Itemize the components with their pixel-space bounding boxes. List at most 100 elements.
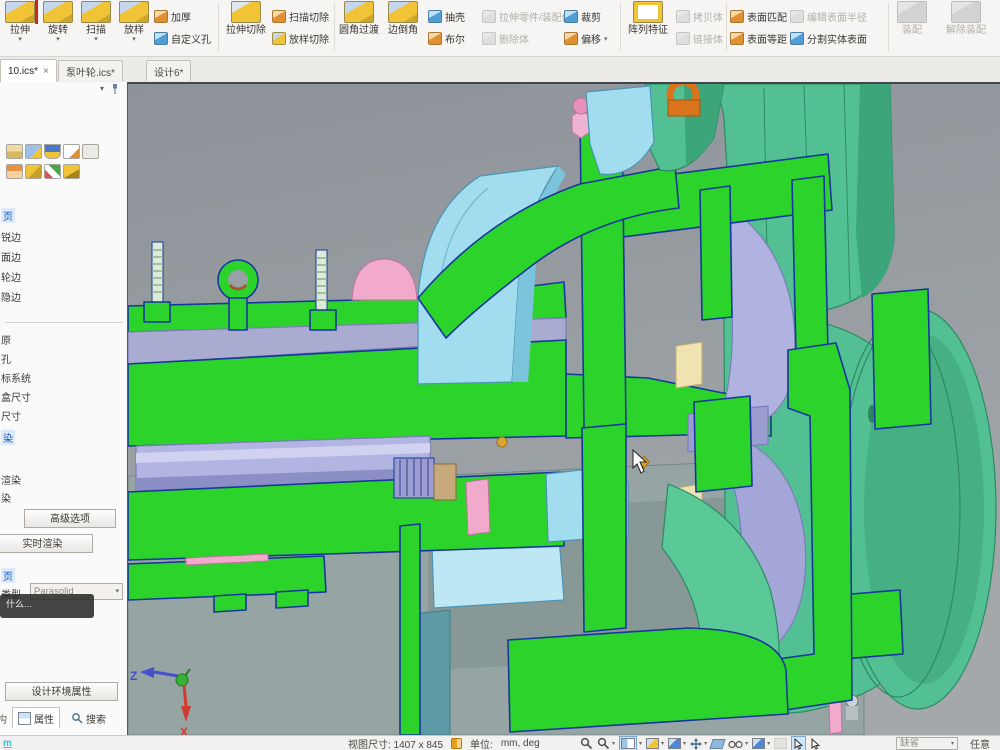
sweep-button[interactable]: 扫描 ▾ bbox=[78, 0, 114, 54]
boolean-button[interactable]: 布尔 bbox=[428, 31, 465, 46]
panel-item-edge-3[interactable]: 轮边 bbox=[1, 269, 21, 284]
tab-search[interactable]: 搜索 bbox=[66, 708, 111, 728]
pin-icon[interactable] bbox=[111, 83, 119, 94]
pattern-feature-button[interactable]: 阵列特征 bbox=[623, 0, 673, 54]
panel-item-info-1[interactable]: 原 bbox=[1, 332, 11, 347]
pump-section-model[interactable]: Z X bbox=[128, 84, 1000, 735]
calculator-icon[interactable] bbox=[6, 164, 23, 179]
surface-match-button[interactable]: 表面匹配 bbox=[730, 9, 787, 24]
design-env-properties-button[interactable]: 设计环境属性 bbox=[5, 682, 118, 701]
render-mode-icon[interactable] bbox=[646, 738, 659, 749]
zoom-icon[interactable] bbox=[580, 737, 593, 750]
panel-item-size[interactable]: 尺寸 bbox=[1, 408, 21, 423]
sweep-cut-button[interactable]: 扫描切除 bbox=[272, 9, 329, 24]
revolve-button[interactable]: 旋转 ▾ bbox=[40, 0, 76, 54]
tooltip: 什么... bbox=[0, 594, 94, 618]
extrude-cut-icon bbox=[231, 1, 261, 23]
3d-viewport[interactable]: Z X bbox=[127, 82, 1000, 735]
tab-doc2[interactable]: 泵叶轮.ics* bbox=[58, 60, 123, 81]
edit-note-icon[interactable] bbox=[63, 144, 80, 159]
panel-item-edge-4[interactable]: 隐边 bbox=[1, 289, 21, 304]
axis-triad-icon[interactable] bbox=[44, 164, 61, 179]
chevron-down-icon[interactable]: ▾ bbox=[115, 584, 119, 600]
panel-item-render[interactable]: 渲染 bbox=[1, 472, 21, 487]
zoom-options-icon[interactable] bbox=[597, 737, 610, 750]
panel-item-display-header[interactable]: 页 bbox=[1, 208, 15, 223]
tab-properties[interactable]: 属性 bbox=[12, 707, 60, 728]
snap-mode-label[interactable]: 任意 bbox=[970, 736, 990, 750]
chevron-down-icon[interactable]: ▾ bbox=[2, 36, 38, 44]
copy-body-icon bbox=[676, 10, 690, 23]
panel-item-render-2[interactable]: 染 bbox=[1, 490, 11, 505]
tab-doc1[interactable]: 10.ics* × bbox=[0, 59, 57, 82]
chevron-down-icon[interactable]: ▾ bbox=[116, 36, 152, 44]
split-solid-surface-icon bbox=[790, 32, 804, 45]
chevron-down-icon[interactable]: ▾ bbox=[767, 740, 770, 747]
selection-filter-select[interactable]: 缺省 ▾ bbox=[896, 737, 958, 750]
boolean-icon bbox=[428, 32, 442, 45]
close-icon[interactable]: × bbox=[43, 66, 49, 77]
loft-button[interactable]: 放样 ▾ bbox=[116, 0, 152, 54]
revolve-label: 旋转 bbox=[40, 25, 76, 36]
chevron-down-icon[interactable]: ▾ bbox=[612, 740, 615, 747]
view-pane-toggle[interactable] bbox=[619, 736, 637, 750]
link-body-label: 链接体 bbox=[693, 31, 723, 46]
select-tool-button[interactable] bbox=[791, 736, 806, 750]
panel-item-edge-2[interactable]: 面边 bbox=[1, 249, 21, 264]
chamfer-button[interactable]: 边倒角 bbox=[383, 0, 423, 54]
panel-render-header[interactable]: 染 bbox=[1, 430, 15, 445]
view-size-readout: 视图尺寸: 1407 x 845 bbox=[348, 736, 443, 750]
fillet-button[interactable]: 圆角过渡 bbox=[337, 0, 381, 54]
assemble-label: 装配 bbox=[892, 25, 932, 36]
panel-item-info-2[interactable]: 孔 bbox=[1, 351, 11, 366]
part-wedge-icon[interactable] bbox=[63, 164, 80, 179]
chevron-down-icon[interactable]: ▾ bbox=[951, 738, 954, 750]
delete-body-button: 删除体 bbox=[482, 31, 529, 46]
custom-hole-label: 自定义孔 bbox=[171, 31, 211, 46]
selection-filter-value: 缺省 bbox=[900, 738, 919, 750]
panel-item-coordinate-system[interactable]: 标系统 bbox=[1, 370, 31, 385]
tab-doc3[interactable]: 设计6* bbox=[146, 60, 191, 81]
trim-button[interactable]: 裁剪 bbox=[564, 9, 601, 24]
shell-button[interactable]: 抽壳 bbox=[428, 9, 465, 24]
pattern-feature-label: 阵列特征 bbox=[623, 25, 673, 36]
custom-hole-button[interactable]: 自定义孔 bbox=[154, 31, 211, 46]
section-view-icon[interactable] bbox=[709, 739, 725, 749]
advanced-options-button[interactable]: 高级选项 bbox=[24, 509, 116, 528]
chevron-down-icon[interactable]: ▾ bbox=[639, 740, 642, 747]
extrude-cut-button[interactable]: 拉伸切除 bbox=[221, 0, 271, 54]
thicken-button[interactable]: 加厚 bbox=[154, 9, 191, 24]
chevron-down-icon[interactable]: ▾ bbox=[683, 740, 686, 747]
chevron-down-icon[interactable]: ▾ bbox=[40, 36, 76, 44]
chevron-down-icon[interactable]: ▾ bbox=[661, 740, 664, 747]
gear-box-icon[interactable] bbox=[25, 164, 42, 179]
offset-button[interactable]: 偏移 ▾ bbox=[564, 31, 608, 46]
extrude-button[interactable]: 拉伸 ▾ bbox=[2, 0, 38, 54]
chevron-down-icon[interactable]: ▾ bbox=[745, 740, 748, 747]
panel-collapse-icon[interactable]: ▾ bbox=[100, 84, 104, 93]
panel-item-box-size[interactable]: 盒尺寸 bbox=[1, 389, 31, 404]
panel-item-edge-1[interactable]: 锐边 bbox=[1, 229, 21, 244]
chevron-down-icon[interactable]: ▾ bbox=[78, 36, 114, 44]
chevron-down-icon[interactable]: ▾ bbox=[604, 35, 608, 43]
pane-icon bbox=[621, 738, 635, 749]
split-solid-surface-button[interactable]: 分割实体表面 bbox=[790, 31, 867, 46]
render-settings-icon[interactable] bbox=[6, 144, 23, 159]
realtime-render-button[interactable]: 实时渲染 bbox=[0, 534, 93, 553]
secondary-cursor-icon[interactable] bbox=[810, 738, 821, 750]
chevron-down-icon[interactable]: ▾ bbox=[704, 740, 707, 747]
glasses-icon[interactable] bbox=[728, 739, 743, 749]
scene-config-icon[interactable] bbox=[25, 144, 42, 159]
fillet-label: 圆角过渡 bbox=[337, 25, 381, 36]
shell-label: 抽壳 bbox=[445, 9, 465, 24]
panel-kernel-header[interactable]: 页 bbox=[1, 568, 15, 583]
tab-properties-label: 属性 bbox=[34, 711, 54, 726]
shield-badge-icon[interactable] bbox=[44, 144, 61, 159]
display-cube-icon[interactable] bbox=[752, 738, 765, 749]
surface-offset-button[interactable]: 表面等距 bbox=[730, 31, 787, 46]
move-view-icon[interactable] bbox=[690, 738, 702, 750]
blank-note-icon[interactable] bbox=[82, 144, 99, 159]
tab-structure-fragment[interactable]: 构 bbox=[0, 708, 12, 728]
shading-mode-icon[interactable] bbox=[668, 738, 681, 749]
loft-cut-button[interactable]: 放样切除 bbox=[272, 31, 329, 46]
